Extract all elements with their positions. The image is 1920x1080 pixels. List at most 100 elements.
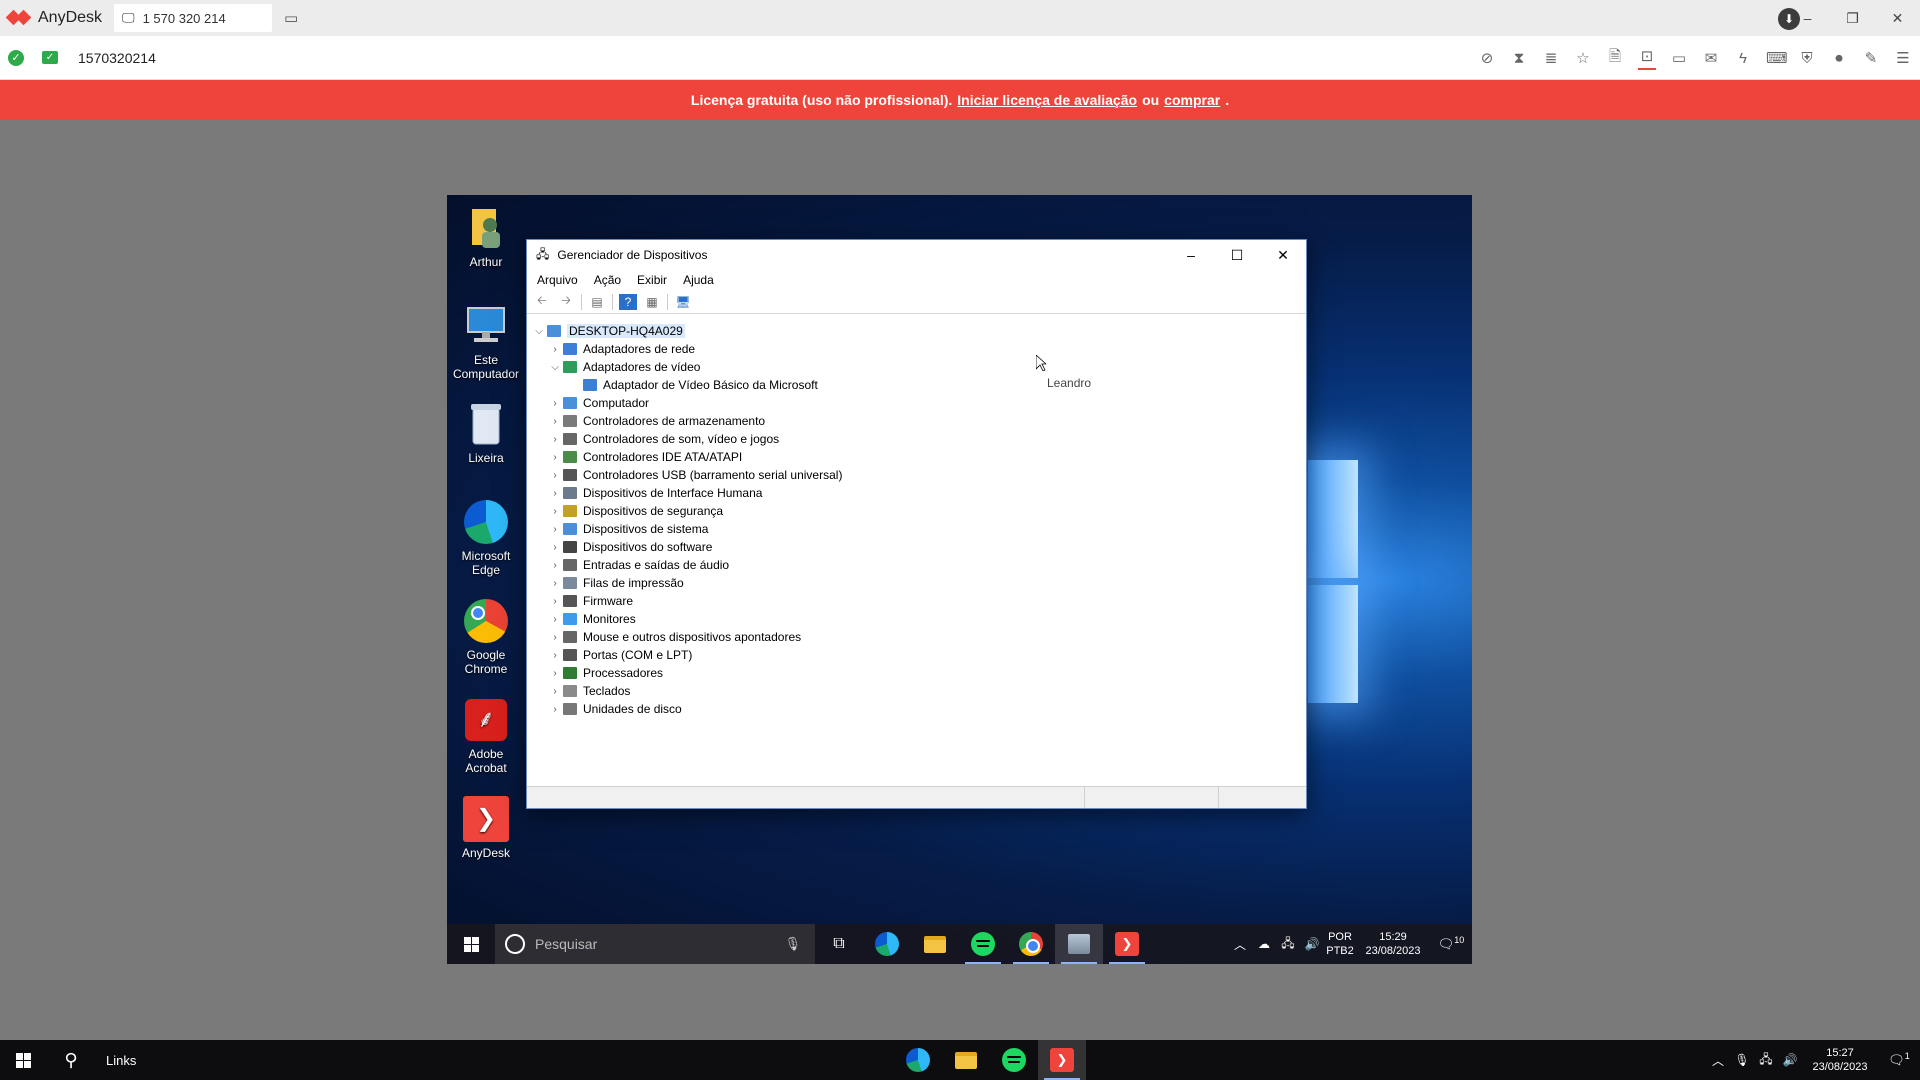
show-hide-tree-icon[interactable]: ▤	[588, 294, 606, 310]
dm-maximize-button[interactable]: ☐	[1214, 240, 1260, 270]
tree-category[interactable]: › Dispositivos de sistema	[527, 520, 1306, 538]
tree-category[interactable]: ⌵ Adaptadores de vídeo	[527, 358, 1306, 376]
dm-minimize-button[interactable]: –	[1168, 240, 1214, 270]
links-toolbar[interactable]: Links	[106, 1053, 136, 1068]
tree-category[interactable]: › Dispositivos de Interface Humana	[527, 484, 1306, 502]
task-view-button[interactable]: ⧉	[815, 924, 863, 964]
buy-license-link[interactable]: comprar	[1164, 92, 1220, 108]
display-icon[interactable]: ▭	[1670, 49, 1688, 67]
chevron-right-icon[interactable]: ›	[547, 578, 563, 589]
volume-icon[interactable]: 🔊	[1778, 1053, 1802, 1067]
taskbar-chrome[interactable]	[1007, 924, 1055, 964]
taskbar-spotify[interactable]	[959, 924, 1007, 964]
local-taskbar-explorer[interactable]	[942, 1040, 990, 1080]
taskbar-edge[interactable]	[863, 924, 911, 964]
chevron-right-icon[interactable]: ›	[547, 398, 563, 409]
remote-notification-button[interactable]: 🗨10	[1430, 935, 1472, 952]
menu-exibir[interactable]: Exibir	[637, 273, 667, 287]
tree-category[interactable]: › Teclados	[527, 682, 1306, 700]
chevron-right-icon[interactable]: ›	[547, 560, 563, 571]
desktop-icon-anydesk[interactable]: ❯ AnyDesk	[447, 796, 525, 860]
tree-category[interactable]: › Firmware	[527, 592, 1306, 610]
tree-device[interactable]: Adaptador de Vídeo Básico da Microsoft	[527, 376, 1306, 394]
menu-acao[interactable]: Ação	[594, 273, 621, 287]
remote-desktop[interactable]: Arthur Este Computador Lixeira Microsoft…	[447, 195, 1472, 964]
chevron-right-icon[interactable]: ›	[547, 704, 563, 715]
local-taskbar-anydesk[interactable]: ❯	[1038, 1040, 1086, 1080]
network-icon[interactable]: 🖧	[1754, 1050, 1778, 1071]
back-arrow-icon[interactable]: 🡠	[533, 293, 551, 310]
tree-category[interactable]: › Adaptadores de rede	[527, 340, 1306, 358]
chevron-right-icon[interactable]: ›	[547, 614, 563, 625]
local-clock[interactable]: 15:27 23/08/2023	[1802, 1046, 1878, 1074]
record-icon[interactable]: ⏺	[1830, 50, 1848, 67]
desktop-icon-chrome[interactable]: Google Chrome	[447, 598, 525, 676]
chevron-up-icon[interactable]: ︿	[1706, 1052, 1730, 1069]
chevron-right-icon[interactable]: ›	[547, 686, 563, 697]
database-icon[interactable]: ≣	[1542, 49, 1560, 67]
desktop-icon-arthur[interactable]: Arthur	[447, 205, 525, 269]
properties-icon[interactable]: ▦	[643, 294, 661, 310]
dm-close-button[interactable]: ✕	[1260, 240, 1306, 270]
microphone-icon[interactable]: 🎙	[784, 936, 801, 952]
language-indicator[interactable]: POR PTB2	[1324, 930, 1356, 958]
cloud-icon[interactable]: ☁	[1252, 937, 1276, 951]
restore-button[interactable]: ❐	[1830, 10, 1875, 27]
whiteboard-icon[interactable]: ✎	[1862, 49, 1880, 67]
volume-icon[interactable]: 🔊	[1300, 937, 1324, 951]
chat-disabled-icon[interactable]: ⊘	[1478, 49, 1496, 67]
actions-icon[interactable]: ⊡	[1638, 47, 1656, 70]
tree-category[interactable]: › Controladores IDE ATA/ATAPI	[527, 448, 1306, 466]
chevron-right-icon[interactable]: ›	[547, 488, 563, 499]
chevron-up-icon[interactable]: ︿	[1228, 936, 1252, 953]
tree-root[interactable]: ⌵ DESKTOP-HQ4A029	[527, 322, 1306, 340]
tree-category[interactable]: › Mouse e outros dispositivos apontadores	[527, 628, 1306, 646]
tree-category[interactable]: › Controladores de som, vídeo e jogos	[527, 430, 1306, 448]
chevron-right-icon[interactable]: ›	[547, 416, 563, 427]
local-taskbar-edge[interactable]	[894, 1040, 942, 1080]
trial-license-link[interactable]: Iniciar licença de avaliação	[957, 92, 1137, 108]
help-icon[interactable]: ?	[619, 293, 637, 310]
microphone-icon[interactable]: 🎙	[1730, 1053, 1754, 1067]
desktop-icon-this-pc[interactable]: Este Computador	[447, 303, 525, 381]
desktop-icon-acrobat[interactable]: ⸙ Adobe Acrobat	[447, 697, 525, 775]
tree-category[interactable]: › Dispositivos do software	[527, 538, 1306, 556]
taskbar-device-manager[interactable]	[1055, 924, 1103, 964]
chevron-right-icon[interactable]: ›	[547, 524, 563, 535]
minimize-button[interactable]: –	[1785, 10, 1830, 26]
file-transfer-icon[interactable]: 🗎	[1606, 46, 1624, 71]
network-icon[interactable]: 🖧	[1276, 934, 1300, 955]
tree-category[interactable]: › Controladores USB (barramento serial un…	[527, 466, 1306, 484]
menu-icon[interactable]: ☰	[1894, 49, 1912, 67]
start-button[interactable]	[0, 1040, 46, 1080]
taskbar-anydesk[interactable]: ❯	[1103, 924, 1151, 964]
menu-arquivo[interactable]: Arquivo	[537, 273, 578, 287]
chevron-down-icon[interactable]: ⌵	[531, 326, 547, 337]
chevron-right-icon[interactable]: ›	[547, 542, 563, 553]
chevron-right-icon[interactable]: ›	[547, 596, 563, 607]
remote-clock[interactable]: 15:29 23/08/2023	[1356, 930, 1430, 958]
tree-category[interactable]: › Unidades de disco	[527, 700, 1306, 718]
chevron-right-icon[interactable]: ›	[547, 434, 563, 445]
local-taskbar-spotify[interactable]	[990, 1040, 1038, 1080]
chevron-right-icon[interactable]: ›	[547, 344, 563, 355]
local-notification-button[interactable]: 🗨1	[1878, 1051, 1920, 1068]
tree-category[interactable]: › Processadores	[527, 664, 1306, 682]
permissions-icon[interactable]: ⛨	[1798, 50, 1816, 67]
forward-arrow-icon[interactable]: 🡢	[557, 293, 575, 310]
desktop-icon-recycle-bin[interactable]: Lixeira	[447, 401, 525, 465]
tree-category[interactable]: › Monitores	[527, 610, 1306, 628]
chevron-right-icon[interactable]: ›	[547, 452, 563, 463]
tree-category[interactable]: › Entradas e saídas de áudio	[527, 556, 1306, 574]
scan-hardware-icon[interactable]: 🖥	[674, 294, 692, 310]
tree-category[interactable]: › Filas de impressão	[527, 574, 1306, 592]
remote-search-box[interactable]: Pesquisar 🎙	[495, 924, 815, 964]
remote-start-button[interactable]	[447, 924, 495, 964]
search-icon[interactable]: ⚲	[46, 1040, 96, 1080]
chevron-right-icon[interactable]: ›	[547, 668, 563, 679]
tree-category[interactable]: › Portas (COM e LPT)	[527, 646, 1306, 664]
tree-category[interactable]: › Dispositivos de segurança	[527, 502, 1306, 520]
favorite-icon[interactable]: ☆	[1574, 49, 1592, 67]
desktop-icon-edge[interactable]: Microsoft Edge	[447, 499, 525, 577]
taskbar-explorer[interactable]	[911, 924, 959, 964]
